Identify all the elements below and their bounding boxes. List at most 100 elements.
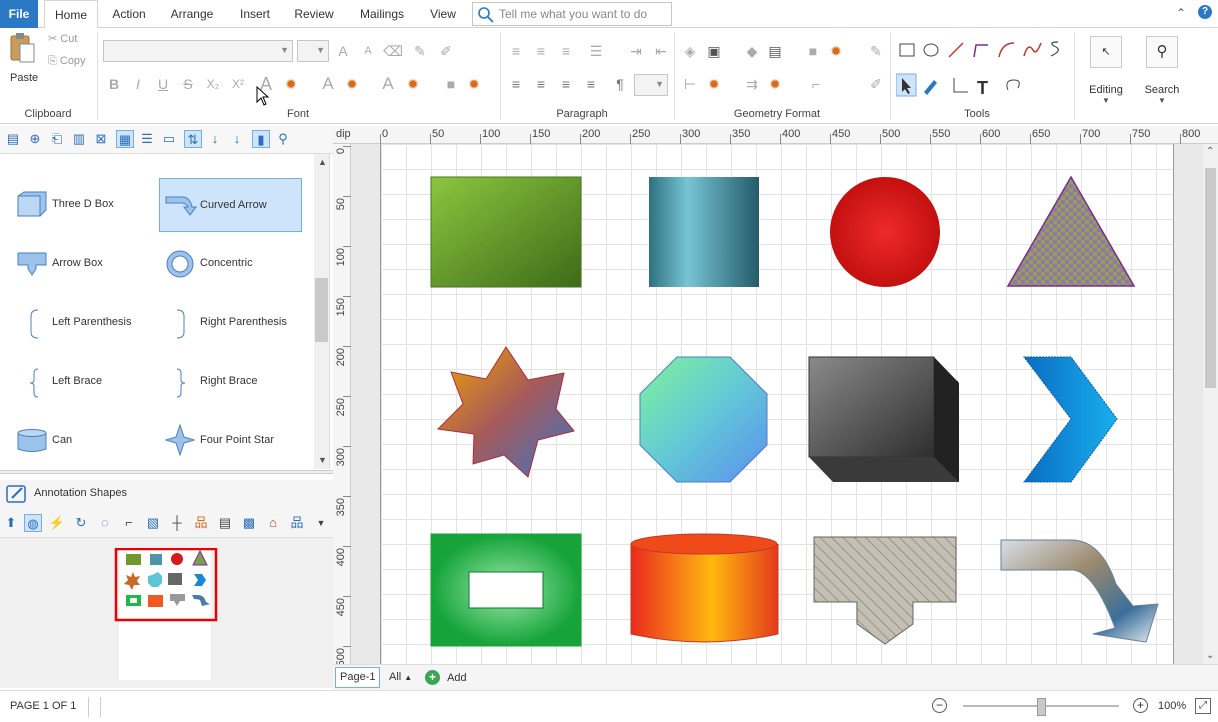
shadow-format-icon[interactable]: ■ [803, 41, 823, 61]
drawing-page[interactable] [380, 144, 1174, 664]
freehand-tool-icon[interactable] [1050, 41, 1059, 57]
font-size-combo[interactable]: ▼ [297, 40, 329, 62]
shape-three-d-box[interactable]: Three D Box [8, 178, 150, 232]
fill-icon[interactable]: ◈ [680, 41, 700, 61]
arc-tool-icon[interactable] [998, 42, 1015, 58]
paste-button[interactable]: Paste [6, 32, 40, 84]
lasso-tool-icon[interactable] [1006, 79, 1020, 91]
ellipse-tool-icon[interactable] [923, 43, 939, 57]
format-brush-icon[interactable]: ✐ [866, 74, 886, 94]
align-top-icon[interactable]: ≡ [506, 41, 526, 61]
underline-icon[interactable]: U [153, 74, 173, 94]
scroll-down-icon[interactable]: ▼ [318, 455, 327, 465]
zoom-slider-thumb[interactable] [1037, 698, 1046, 716]
shape-right-brace[interactable]: Right Brace [159, 355, 301, 409]
callout-icon[interactable]: ◍ [24, 514, 42, 532]
subscript-icon[interactable]: X₂ [203, 74, 223, 94]
scroll-up-icon[interactable]: ▲ [318, 157, 327, 167]
gear-icon[interactable]: ✹ [704, 74, 724, 94]
increase-indent-icon[interactable]: ⇥ [626, 41, 646, 61]
tab-home[interactable]: Home [44, 0, 98, 29]
gear-icon[interactable]: ✹ [826, 41, 846, 61]
align-left-icon[interactable]: ≡ [506, 74, 526, 94]
connector-icon[interactable]: ⌐ [806, 74, 826, 94]
all-pages-button[interactable]: All ▲ [389, 671, 412, 683]
tab-mailings[interactable]: Mailings [352, 0, 412, 28]
shape-four-point-star[interactable]: Four Point Star [159, 414, 301, 468]
clear-format-icon[interactable]: ⌫ [383, 41, 403, 61]
superscript-icon[interactable]: X² [228, 74, 248, 94]
curve-tool-icon[interactable] [1023, 42, 1042, 57]
decrease-indent-icon[interactable]: ⇤ [651, 41, 671, 61]
line-tool-icon[interactable] [948, 42, 964, 58]
tab-page-1[interactable]: Page-1 [335, 667, 381, 688]
font-family-combo[interactable]: ▼ [103, 40, 293, 62]
sort-ascending-icon[interactable]: ↓ [206, 130, 224, 148]
gear-icon[interactable]: ✹ [342, 74, 362, 94]
cut-button[interactable]: ✂ Cut [48, 32, 77, 50]
save-stencil-icon[interactable]: ▤ [4, 130, 22, 148]
align-right-icon[interactable]: ≡ [556, 74, 576, 94]
help-icon[interactable]: ? [1198, 5, 1212, 19]
lightning-icon[interactable]: ⚡ [48, 514, 66, 532]
map-icon[interactable]: ▧ [144, 514, 162, 532]
connector-icon[interactable]: ⌐ [120, 514, 138, 532]
polyline-tool-icon[interactable] [973, 44, 988, 58]
gear-icon[interactable]: ✹ [281, 74, 301, 94]
shape-right-parenthesis[interactable]: Right Parenthesis [159, 296, 301, 350]
align-middle-icon[interactable]: ≡ [531, 41, 551, 61]
shadow-icon[interactable]: ■ [441, 74, 461, 94]
close-stencil-icon[interactable]: ⊠ [92, 130, 110, 148]
search-button[interactable]: ⚲ Search ▼ [1140, 36, 1184, 110]
text-tool-icon[interactable]: T [977, 78, 988, 98]
canvas-scrollbar[interactable]: ⌃ ⌄ [1203, 144, 1218, 664]
hierarchy-icon[interactable]: 品 [288, 514, 306, 532]
shape-can[interactable]: Can [8, 414, 150, 468]
org-chart-icon[interactable]: 品 [192, 514, 210, 532]
book-icon[interactable]: ▮ [252, 130, 270, 148]
house-icon[interactable]: ⌂ [264, 514, 282, 532]
fit-page-icon[interactable]: ⤢ [1195, 698, 1211, 714]
arrow-up-icon[interactable]: ⬆ [2, 514, 20, 532]
drawing-canvas[interactable] [351, 144, 1203, 664]
gear-icon[interactable]: ✹ [765, 74, 785, 94]
chevron-up-icon[interactable]: ⌃ [1206, 146, 1214, 157]
italic-icon[interactable]: I [128, 74, 148, 94]
connection-point-icon[interactable] [953, 78, 968, 93]
speech-bubble-icon[interactable]: ◌ [96, 514, 114, 532]
editing-button[interactable]: ↖ Editing ▼ [1084, 36, 1128, 110]
rectangle-tool-icon[interactable] [899, 43, 915, 57]
copy-button[interactable]: ⎘ Copy [48, 55, 86, 73]
panel-splitter[interactable] [0, 470, 333, 474]
scrollbar-thumb[interactable] [315, 278, 328, 342]
overview-thumbnail[interactable] [114, 548, 218, 624]
text-effect-icon[interactable]: A [318, 74, 338, 94]
shrink-font-icon[interactable]: A [358, 41, 378, 61]
arrow-style-icon[interactable]: ⇉ [742, 74, 762, 94]
shape-arrow-box[interactable]: Arrow Box [8, 237, 150, 291]
card-icon[interactable]: ▤ [216, 514, 234, 532]
new-stencil-icon[interactable]: ⊕ [26, 130, 44, 148]
pen-tool-icon[interactable] [924, 80, 937, 95]
bold-icon[interactable]: B [104, 74, 124, 94]
open-stencil-icon[interactable]: ⎗ [48, 130, 66, 148]
list-view-icon[interactable]: ☰ [138, 130, 156, 148]
pattern-icon[interactable]: ▤ [765, 41, 785, 61]
add-page-button[interactable]: + Add [425, 670, 467, 685]
sort-descending-icon[interactable]: ↓ [228, 130, 246, 148]
shape-concentric[interactable]: Concentric [159, 237, 301, 291]
tell-me-search-box[interactable]: Tell me what you want to do [472, 2, 672, 26]
strikethrough-icon[interactable]: S [178, 74, 198, 94]
chevron-down-icon[interactable]: ⌄ [1206, 650, 1214, 661]
icons-view-icon[interactable]: ▦ [116, 130, 134, 148]
shape-list-scrollbar[interactable]: ▲ ▼ [314, 154, 329, 469]
more-dropdown-icon[interactable]: ▼ [312, 514, 330, 532]
cycle-icon[interactable]: ↻ [72, 514, 90, 532]
format-painter-icon[interactable]: ✎ [410, 41, 430, 61]
tab-review[interactable]: Review [288, 0, 340, 28]
brush-icon[interactable]: ✐ [436, 41, 456, 61]
eraser-icon[interactable]: ◆ [742, 41, 762, 61]
spacing-combo[interactable]: ▼ [634, 74, 668, 96]
tab-file[interactable]: File [0, 0, 38, 28]
search-icon[interactable]: ⚲ [274, 130, 292, 148]
